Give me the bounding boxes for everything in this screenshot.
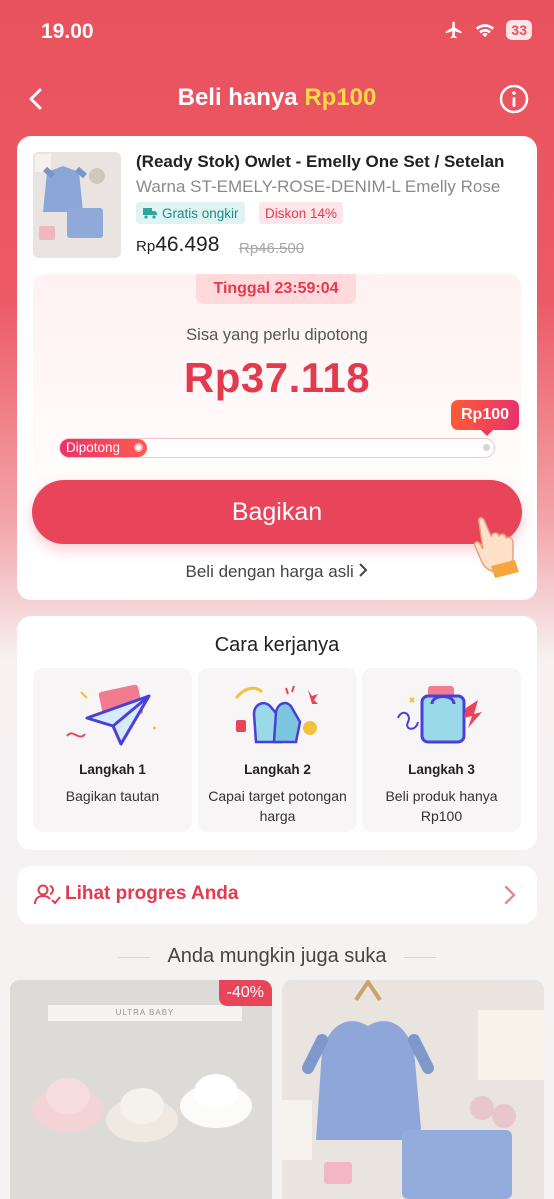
remaining-label: Sisa yang perlu dipotong — [186, 326, 368, 344]
high-five-icon — [234, 685, 318, 744]
discount-tag: Diskon 14% — [259, 202, 344, 224]
view-progress-label: Lihat progres Anda — [65, 883, 239, 904]
blue-outfit-image — [282, 980, 544, 1199]
users-icon — [34, 884, 61, 905]
price-value: 46.498 — [155, 233, 220, 256]
bargain-progress-bar: Dipotong — [59, 438, 495, 458]
original-price: Rp46.500 — [239, 240, 305, 257]
status-time: 19.00 — [41, 20, 94, 43]
buy-original-price-link[interactable]: Beli dengan harga asli — [17, 562, 537, 582]
paper-plane-icon — [66, 684, 156, 746]
target-price-badge: Rp100 — [451, 400, 519, 436]
wifi-icon — [476, 24, 495, 38]
remaining-amount: Rp37.118 — [183, 354, 371, 401]
step-card-2: Langkah 2 Capai target potongan harga — [198, 668, 357, 832]
product-variant: Warna ST-EMELY-ROSE-DENIM-L Emelly Rose — [136, 177, 501, 196]
suggestions-title: Anda mungkin juga suka — [167, 945, 387, 967]
view-progress-link[interactable]: Lihat progres Anda — [17, 866, 537, 924]
price-currency: Rp — [136, 238, 156, 255]
status-icons: 33 — [444, 20, 532, 40]
truck-icon — [143, 208, 157, 219]
buy-original-label: Beli dengan harga asli — [185, 562, 354, 581]
progress-handle — [133, 443, 143, 452]
status-bar: 19.00 33 — [0, 0, 554, 66]
current-price: Rp46.498 — [136, 233, 219, 257]
step-card-3: Langkah 3 Beli produk hanya Rp100 — [362, 668, 521, 832]
brand-watermark: ULTRA BABY — [48, 1005, 242, 1021]
suggested-product-1[interactable]: ULTRA BABY -40% — [10, 980, 272, 1199]
airplane-icon — [446, 21, 462, 39]
progress-label: Dipotong — [66, 440, 121, 455]
share-button[interactable]: Bagikan — [32, 480, 522, 544]
shopping-bag-icon — [397, 686, 482, 744]
step-description: Beli produk hanya Rp100 — [385, 788, 498, 824]
step-card-1: Langkah 1 Bagikan tautan — [33, 668, 192, 832]
how-it-works-card: Cara kerjanya Langkah 1 Bagikan tautan L… — [17, 616, 537, 850]
product-title[interactable]: (Ready Stok) Owlet - Emelly One Set / Se… — [136, 152, 521, 172]
step-description: Bagikan tautan — [65, 788, 160, 804]
header: Beli hanya Rp100 — [0, 76, 554, 122]
page-title-highlight: Rp100 — [304, 84, 377, 111]
step-description: Capai target potongan harga — [208, 788, 347, 824]
suggested-product-2[interactable] — [282, 980, 544, 1199]
divider-right — [404, 957, 436, 958]
battery-indicator: 33 — [506, 20, 532, 40]
how-it-works-title: Cara kerjanya — [214, 634, 340, 656]
shipping-tag-label: Gratis ongkir — [162, 205, 239, 221]
chevron-right-icon — [504, 885, 516, 905]
page-title: Beli hanya Rp100 — [0, 84, 554, 112]
progress-fill: Dipotong — [60, 439, 147, 457]
info-icon[interactable] — [498, 83, 530, 115]
progress-end-dot — [483, 444, 490, 451]
countdown-timer: Tinggal 23:59:04 — [196, 274, 356, 304]
step-number: Langkah 3 — [408, 762, 475, 777]
step-number: Langkah 2 — [244, 762, 311, 777]
product-card: (Ready Stok) Owlet - Emelly One Set / Se… — [17, 136, 537, 600]
shipping-tag: Gratis ongkir — [136, 202, 245, 224]
product-thumbnail[interactable] — [33, 152, 121, 258]
chevron-right-icon — [359, 563, 368, 577]
step-number: Langkah 1 — [79, 762, 146, 777]
page-title-prefix: Beli hanya — [177, 84, 298, 111]
discount-badge: -40% — [218, 980, 272, 1006]
